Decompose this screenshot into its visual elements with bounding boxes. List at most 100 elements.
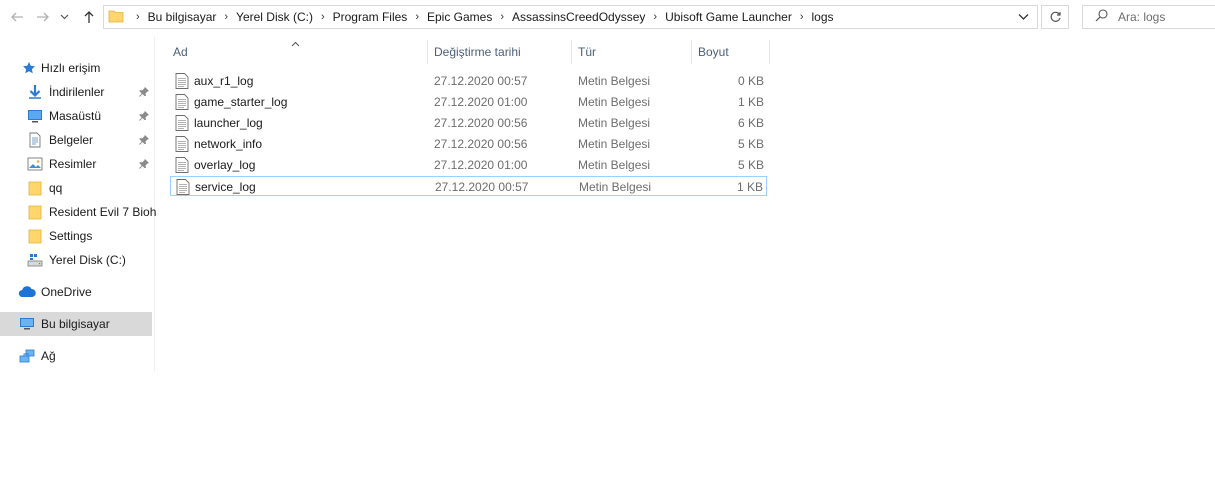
chevron-right-icon[interactable]: › <box>224 11 228 23</box>
nav-item-resident-evil[interactable]: Resident Evil 7 Bioh <box>26 201 156 223</box>
nav-label: qq <box>49 181 63 195</box>
back-arrow-icon <box>11 12 23 22</box>
column-separator[interactable] <box>427 40 428 64</box>
file-type: Metin Belgesi <box>578 116 651 130</box>
text-file-icon <box>176 179 190 198</box>
file-date: 27.12.2020 01:00 <box>434 95 528 109</box>
chevron-down-icon <box>60 14 68 20</box>
text-file-icon <box>175 94 189 113</box>
breadcrumb-item[interactable]: logs <box>811 10 833 24</box>
nav-label: İndirilenler <box>49 85 105 99</box>
file-row[interactable]: service_log 27.12.2020 00:57 Metin Belge… <box>170 176 767 196</box>
back-button[interactable] <box>8 8 26 26</box>
nav-this-pc[interactable]: Bu bilgisayar <box>0 312 152 336</box>
refresh-icon <box>1050 11 1061 22</box>
nav-label: Bu bilgisayar <box>41 317 110 331</box>
search-input[interactable]: Ara: logs <box>1082 5 1215 29</box>
column-separator[interactable] <box>769 40 770 64</box>
column-header-date[interactable]: Değiştirme tarihi <box>434 40 570 64</box>
up-arrow-icon <box>84 11 94 23</box>
file-row[interactable]: network_info 27.12.2020 00:56 Metin Belg… <box>170 134 767 154</box>
breadcrumb-item[interactable]: AssassinsCreedOdyssey <box>512 10 645 24</box>
nav-label: OneDrive <box>41 285 92 299</box>
pin-icon[interactable] <box>138 110 150 122</box>
column-separator[interactable] <box>571 40 572 64</box>
chevron-right-icon[interactable]: › <box>415 11 419 23</box>
file-size: 1 KB <box>736 180 763 194</box>
address-dropdown-button[interactable] <box>1018 11 1029 25</box>
folder-icon <box>108 8 124 27</box>
column-header-name[interactable]: Ad <box>173 40 426 64</box>
pin-icon[interactable] <box>138 158 150 170</box>
file-name: aux_r1_log <box>194 74 254 88</box>
nav-label: Resimler <box>49 157 97 171</box>
column-separator[interactable] <box>691 40 692 64</box>
nav-onedrive[interactable]: OneDrive <box>18 281 92 303</box>
breadcrumb-item[interactable]: Bu bilgisayar <box>148 10 217 24</box>
nav-item-settings[interactable]: Settings <box>26 225 92 247</box>
nav-item-downloads[interactable]: İndirilenler <box>26 81 104 103</box>
folder-icon <box>26 179 44 197</box>
file-name: launcher_log <box>194 116 263 130</box>
address-bar[interactable]: › Bu bilgisayar › Yerel Disk (C:) › Prog… <box>103 5 1038 29</box>
file-size: 1 KB <box>737 95 764 109</box>
file-type: Metin Belgesi <box>578 137 651 151</box>
file-size: 5 KB <box>737 158 764 172</box>
breadcrumb-item[interactable]: Epic Games <box>427 10 492 24</box>
breadcrumb-item[interactable]: Ubisoft Game Launcher <box>665 10 792 24</box>
nav-item-local-disk[interactable]: Yerel Disk (C:) <box>26 249 126 271</box>
nav-label: Belgeler <box>49 133 94 147</box>
folder-icon <box>26 227 44 245</box>
file-date: 27.12.2020 00:57 <box>434 74 528 88</box>
address-toolbar: › Bu bilgisayar › Yerel Disk (C:) › Prog… <box>0 0 1215 36</box>
breadcrumb-item[interactable]: Program Files <box>333 10 408 24</box>
nav-quick-access[interactable]: Hızlı erişim <box>20 57 100 79</box>
nav-item-qq[interactable]: qq <box>26 177 62 199</box>
file-date: 27.12.2020 01:00 <box>434 158 528 172</box>
chevron-right-icon: › <box>136 11 140 23</box>
cloud-icon <box>18 283 36 301</box>
file-type: Metin Belgesi <box>578 74 651 88</box>
chevron-right-icon[interactable]: › <box>321 11 325 23</box>
file-name: service_log <box>195 180 256 194</box>
file-row[interactable]: launcher_log 27.12.2020 00:56 Metin Belg… <box>170 113 767 133</box>
recent-locations-button[interactable] <box>58 8 70 26</box>
column-header-type[interactable]: Tür <box>578 40 690 64</box>
chevron-down-icon <box>1018 14 1029 20</box>
text-file-icon <box>175 115 189 134</box>
search-placeholder: Ara: logs <box>1118 10 1166 24</box>
nav-network[interactable]: Ağ <box>18 345 56 367</box>
nav-item-desktop[interactable]: Masaüstü <box>26 105 101 127</box>
text-file-icon <box>175 73 189 92</box>
folder-icon <box>26 203 44 221</box>
up-button[interactable] <box>80 8 98 26</box>
pictures-icon <box>26 155 44 173</box>
file-size: 5 KB <box>737 137 764 151</box>
computer-icon <box>18 315 36 333</box>
chevron-right-icon[interactable]: › <box>500 11 504 23</box>
file-row[interactable]: game_starter_log 27.12.2020 01:00 Metin … <box>170 92 767 112</box>
nav-label: Ağ <box>41 349 56 363</box>
network-icon <box>18 347 36 365</box>
file-name: game_starter_log <box>194 95 288 109</box>
nav-label: Resident Evil 7 Bioh <box>49 205 157 219</box>
nav-label: Settings <box>49 229 93 243</box>
file-row[interactable]: overlay_log 27.12.2020 01:00 Metin Belge… <box>170 155 767 175</box>
nav-label: Yerel Disk (C:) <box>49 253 126 267</box>
nav-item-pictures[interactable]: Resimler <box>26 153 96 175</box>
chevron-right-icon[interactable]: › <box>653 11 657 23</box>
nav-label: Hızlı erişim <box>41 61 101 75</box>
forward-button[interactable] <box>34 8 52 26</box>
file-date: 27.12.2020 00:57 <box>435 180 529 194</box>
breadcrumb-item[interactable]: Yerel Disk (C:) <box>236 10 313 24</box>
file-date: 27.12.2020 00:56 <box>434 116 528 130</box>
nav-item-documents[interactable]: Belgeler <box>26 129 93 151</box>
nav-label: Masaüstü <box>49 109 102 123</box>
chevron-right-icon[interactable]: › <box>800 11 804 23</box>
file-type: Metin Belgesi <box>579 180 652 194</box>
pin-icon[interactable] <box>138 134 150 146</box>
refresh-button[interactable] <box>1041 5 1069 29</box>
column-header-size[interactable]: Boyut <box>698 40 768 64</box>
file-row[interactable]: aux_r1_log 27.12.2020 00:57 Metin Belges… <box>170 71 767 91</box>
pin-icon[interactable] <box>138 86 150 98</box>
